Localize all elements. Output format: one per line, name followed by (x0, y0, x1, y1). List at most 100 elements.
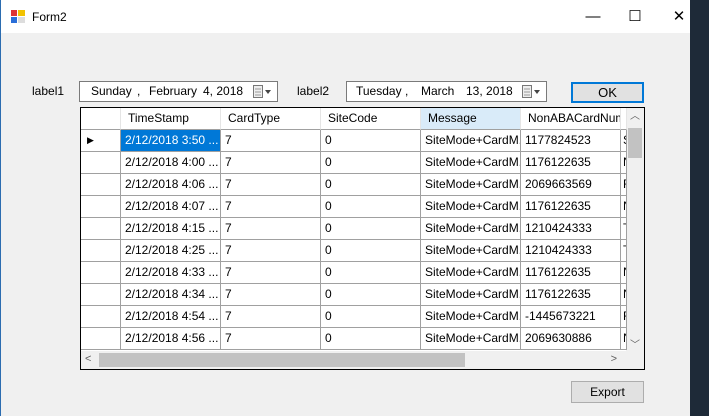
cell-nonabacardnumb[interactable]: 1177824523 (521, 130, 621, 152)
column-header-message[interactable]: Message (421, 108, 521, 130)
table-row[interactable]: ▶ 2/12/2018 3:50 ... 7 0 SiteMode+CardM... 11… (81, 130, 627, 152)
cell-timestamp[interactable]: 2/12/2018 4:25 ... (121, 240, 221, 262)
cell-extra[interactable]: N (621, 196, 627, 218)
maximize-button[interactable]: ☐ (612, 0, 658, 33)
scroll-right-icon[interactable]: > (611, 353, 617, 365)
row-header[interactable] (81, 218, 121, 240)
cell-timestamp[interactable]: 2/12/2018 4:56 ... (121, 328, 221, 350)
cell-sitecode[interactable]: 0 (321, 130, 421, 152)
cell-extra[interactable]: F (621, 174, 627, 196)
table-row[interactable]: 2/12/2018 4:56 ... 7 0 SiteMode+CardM... 206… (81, 328, 627, 350)
row-header[interactable] (81, 196, 121, 218)
table-row[interactable]: 2/12/2018 4:00 ... 7 0 SiteMode+CardM... 117… (81, 152, 627, 174)
cell-timestamp[interactable]: 2/12/2018 4:00 ... (121, 152, 221, 174)
row-header-corner[interactable] (81, 108, 121, 130)
scroll-up-icon[interactable]: ︿ (626, 108, 644, 126)
table-row[interactable]: 2/12/2018 4:07 ... 7 0 SiteMode+CardM... 117… (81, 196, 627, 218)
cell-sitecode[interactable]: 0 (321, 196, 421, 218)
cell-timestamp[interactable]: 2/12/2018 4:33 ... (121, 262, 221, 284)
cell-message[interactable]: SiteMode+CardM... (421, 284, 521, 306)
cell-message[interactable]: SiteMode+CardM... (421, 262, 521, 284)
cell-cardtype[interactable]: 7 (221, 262, 321, 284)
date-picker-end[interactable]: Tuesday , March 13, 2018 (346, 81, 547, 102)
cell-sitecode[interactable]: 0 (321, 240, 421, 262)
cell-message[interactable]: SiteMode+CardM... (421, 240, 521, 262)
table-row[interactable]: 2/12/2018 4:15 ... 7 0 SiteMode+CardM... 121… (81, 218, 627, 240)
row-header[interactable] (81, 328, 121, 350)
cell-nonabacardnumb[interactable]: -1445673221 (521, 306, 621, 328)
cell-sitecode[interactable]: 0 (321, 218, 421, 240)
cell-timestamp[interactable]: 2/12/2018 4:06 ... (121, 174, 221, 196)
column-header-cardtype[interactable]: CardType (221, 108, 321, 130)
cell-sitecode[interactable]: 0 (321, 152, 421, 174)
cell-timestamp[interactable]: 2/12/2018 4:07 ... (121, 196, 221, 218)
cell-extra[interactable]: N (621, 284, 627, 306)
header-row[interactable]: TimeStamp CardType SiteCode Message NonABACa… (81, 108, 627, 130)
cell-nonabacardnumb[interactable]: 2069663569 (521, 174, 621, 196)
row-header[interactable] (81, 152, 121, 174)
cell-timestamp[interactable]: 2/12/2018 4:34 ... (121, 284, 221, 306)
cell-nonabacardnumb[interactable]: 1210424333 (521, 240, 621, 262)
table-row[interactable]: 2/12/2018 4:54 ... 7 0 SiteMode+CardM... -14… (81, 306, 627, 328)
cell-cardtype[interactable]: 7 (221, 174, 321, 196)
table-row[interactable]: 2/12/2018 4:33 ... 7 0 SiteMode+CardM... 117… (81, 262, 627, 284)
cell-extra[interactable]: T (621, 218, 627, 240)
cell-timestamp[interactable]: 2/12/2018 3:50 ... (121, 130, 221, 152)
scroll-down-icon[interactable]: ﹀ (626, 336, 644, 351)
cell-cardtype[interactable]: 7 (221, 152, 321, 174)
cell-message[interactable]: SiteMode+CardM... (421, 218, 521, 240)
cell-sitecode[interactable]: 0 (321, 306, 421, 328)
row-header[interactable] (81, 306, 121, 328)
scroll-left-icon[interactable]: < (85, 353, 91, 365)
data-grid[interactable]: ︿ ﹀ < > TimeStamp CardType SiteCode Message… (80, 107, 645, 370)
table-row[interactable]: 2/12/2018 4:34 ... 7 0 SiteMode+CardM... 117… (81, 284, 627, 306)
cell-cardtype[interactable]: 7 (221, 196, 321, 218)
cell-cardtype[interactable]: 7 (221, 240, 321, 262)
cell-sitecode[interactable]: 0 (321, 262, 421, 284)
cell-nonabacardnumb[interactable]: 1176122635 (521, 284, 621, 306)
cell-message[interactable]: SiteMode+CardM... (421, 328, 521, 350)
ok-button[interactable]: OK (571, 82, 644, 103)
column-header-extra[interactable] (621, 108, 627, 130)
cell-extra[interactable]: N (621, 262, 627, 284)
cell-cardtype[interactable]: 7 (221, 306, 321, 328)
cell-sitecode[interactable]: 0 (321, 174, 421, 196)
cell-extra[interactable]: T (621, 240, 627, 262)
row-header[interactable] (81, 240, 121, 262)
row-header[interactable] (81, 174, 121, 196)
cell-nonabacardnumb[interactable]: 2069630886 (521, 328, 621, 350)
table-row[interactable]: 2/12/2018 4:25 ... 7 0 SiteMode+CardM... 121… (81, 240, 627, 262)
row-header[interactable] (81, 284, 121, 306)
calendar-dropdown-icon[interactable] (522, 85, 542, 98)
cell-nonabacardnumb[interactable]: 1210424333 (521, 218, 621, 240)
cell-sitecode[interactable]: 0 (321, 328, 421, 350)
vertical-scrollbar[interactable]: ︿ ﹀ (626, 108, 644, 351)
cell-message[interactable]: SiteMode+CardM... (421, 174, 521, 196)
table-row[interactable]: 2/12/2018 4:06 ... 7 0 SiteMode+CardM... 206… (81, 174, 627, 196)
horizontal-scrollbar[interactable]: < > (81, 351, 627, 369)
minimize-button[interactable]: — (570, 0, 616, 33)
horizontal-scroll-thumb[interactable] (99, 353, 465, 367)
cell-message[interactable]: SiteMode+CardM... (421, 306, 521, 328)
export-button[interactable]: Export (571, 381, 644, 403)
cell-cardtype[interactable]: 7 (221, 130, 321, 152)
cell-extra[interactable]: N (621, 152, 627, 174)
column-header-timestamp[interactable]: TimeStamp (121, 108, 221, 130)
cell-cardtype[interactable]: 7 (221, 284, 321, 306)
cell-timestamp[interactable]: 2/12/2018 4:54 ... (121, 306, 221, 328)
date-picker-start[interactable]: Sunday , February 4, 2018 (79, 81, 278, 102)
vertical-scroll-thumb[interactable] (628, 128, 642, 158)
row-header[interactable] (81, 262, 121, 284)
cell-nonabacardnumb[interactable]: 1176122635 (521, 196, 621, 218)
cell-sitecode[interactable]: 0 (321, 284, 421, 306)
column-header-sitecode[interactable]: SiteCode (321, 108, 421, 130)
cell-cardtype[interactable]: 7 (221, 218, 321, 240)
cell-message[interactable]: SiteMode+CardM... (421, 130, 521, 152)
column-header-nonabacardnumb[interactable]: NonABACardNumb (521, 108, 621, 130)
cell-message[interactable]: SiteMode+CardM... (421, 152, 521, 174)
close-button[interactable]: ✕ (656, 0, 702, 33)
row-header[interactable]: ▶ (81, 130, 121, 152)
cell-cardtype[interactable]: 7 (221, 328, 321, 350)
cell-extra[interactable]: N (621, 328, 627, 350)
cell-timestamp[interactable]: 2/12/2018 4:15 ... (121, 218, 221, 240)
